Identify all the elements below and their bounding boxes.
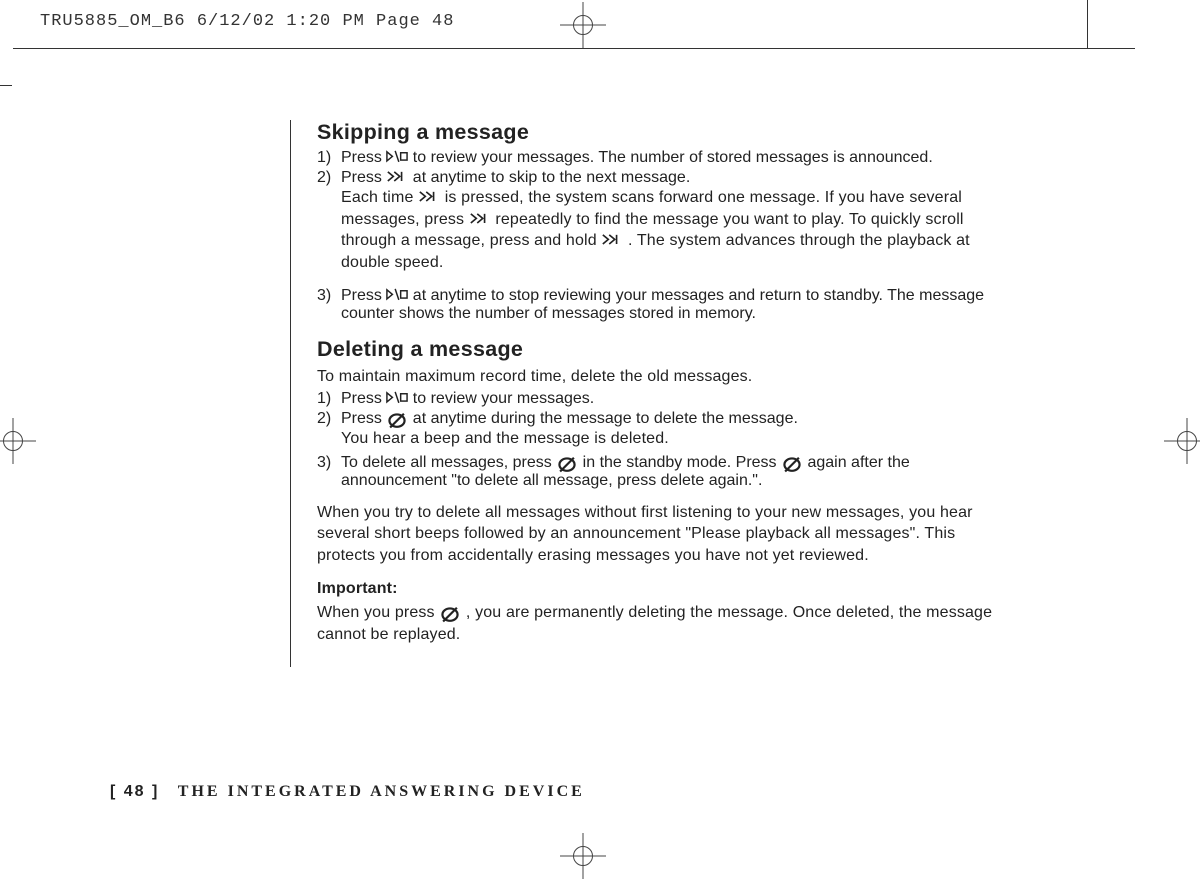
text: to review your messages. The number of s…	[413, 149, 933, 166]
registration-mark-icon	[1164, 418, 1200, 464]
delete-icon	[781, 455, 803, 469]
trim-line	[13, 48, 1135, 49]
trim-line	[0, 85, 12, 86]
deleting-intro: To maintain maximum record time, delete …	[317, 366, 1015, 388]
text: Press	[341, 410, 386, 427]
text: Press	[341, 287, 386, 304]
play-stop-icon	[386, 391, 408, 405]
page-footer: [ 48 ] THE INTEGRATED ANSWERING DEVICE	[110, 783, 585, 801]
step-number: 2)	[317, 169, 341, 275]
crop-header: TRU5885_OM_B6 6/12/02 1:20 PM Page 48	[40, 12, 454, 31]
step-number: 3)	[317, 287, 341, 323]
heading-skipping: Skipping a message	[317, 120, 1015, 145]
page-content: Skipping a message 1) Press to review yo…	[0, 88, 1088, 833]
text: Press	[341, 390, 386, 407]
trim-line	[1087, 0, 1088, 48]
text: at anytime to skip to the next message.	[413, 169, 690, 186]
text: Press	[341, 149, 386, 166]
important-text: When you press , you are permanently del…	[317, 602, 1015, 645]
delete-icon	[556, 455, 578, 469]
text: Each time	[341, 189, 418, 206]
deleting-step-1: 1) Press to review your messages.	[317, 390, 1015, 408]
text: To delete all messages, press	[341, 454, 556, 471]
text: to review your messages.	[413, 390, 594, 407]
deleting-warning: When you try to delete all messages with…	[317, 502, 1015, 567]
registration-mark-icon	[560, 833, 606, 879]
delete-icon	[386, 411, 408, 425]
body-column: Skipping a message 1) Press to review yo…	[290, 120, 1015, 667]
text: Press	[341, 169, 386, 186]
important-label: Important:	[317, 578, 1015, 600]
heading-deleting: Deleting a message	[317, 337, 1015, 362]
text: at anytime to stop reviewing your messag…	[341, 287, 984, 322]
skip-forward-icon	[418, 190, 440, 204]
text: in the standby mode. Press	[583, 454, 781, 471]
skipping-step-1: 1) Press to review your messages. The nu…	[317, 149, 1015, 167]
step-number: 1)	[317, 390, 341, 408]
play-stop-icon	[386, 150, 408, 164]
play-stop-icon	[386, 288, 408, 302]
deleting-step-3: 3) To delete all messages, press in the …	[317, 454, 1015, 490]
deleting-step-2: 2) Press at anytime during the message t…	[317, 410, 1015, 452]
skip-forward-icon	[469, 212, 491, 226]
step-number: 3)	[317, 454, 341, 490]
section-title: THE INTEGRATED ANSWERING DEVICE	[178, 783, 585, 800]
step-number: 1)	[317, 149, 341, 167]
skip-forward-icon	[601, 233, 623, 247]
delete-icon	[439, 605, 461, 619]
text: You hear a beep and the message is delet…	[341, 428, 1015, 450]
text: When you press	[317, 604, 439, 621]
skipping-step-2: 2) Press at anytime to skip to the next …	[317, 169, 1015, 275]
text: at anytime during the message to delete …	[413, 410, 798, 427]
page-number: [ 48 ]	[110, 783, 159, 800]
step-number: 2)	[317, 410, 341, 452]
registration-mark-icon	[560, 2, 606, 48]
skip-forward-icon	[386, 170, 408, 184]
skipping-step-3: 3) Press at anytime to stop reviewing yo…	[317, 287, 1015, 323]
